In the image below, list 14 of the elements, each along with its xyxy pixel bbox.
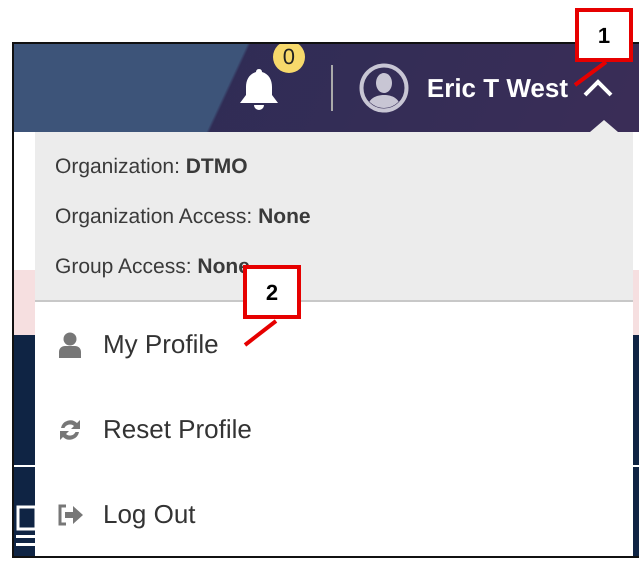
- chevron-icon[interactable]: [582, 78, 614, 98]
- leader-line: [244, 319, 278, 347]
- callout-label: 2: [243, 265, 301, 319]
- callout-label: 1: [575, 8, 633, 62]
- leader-line: [574, 60, 608, 87]
- menu-item[interactable]: Log Out: [35, 472, 633, 556]
- user-name[interactable]: Eric T West: [426, 68, 568, 108]
- account-info-text: Organization: DTMO: [55, 154, 249, 180]
- notification-count: 0: [272, 44, 305, 73]
- user-icon: [58, 332, 82, 358]
- menu-item[interactable]: Reset Profile: [35, 387, 633, 472]
- account-info-text: Organization Access: None: [55, 204, 312, 230]
- avatar-icon[interactable]: [358, 63, 409, 113]
- logout-icon: [56, 502, 84, 526]
